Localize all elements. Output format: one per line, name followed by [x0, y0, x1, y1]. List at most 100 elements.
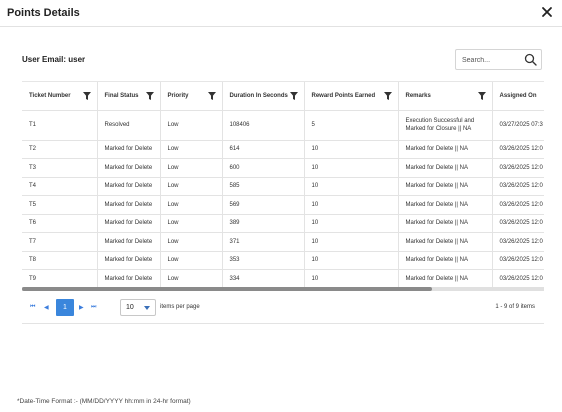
cell-assigned-on: 03/26/2025 12:0: [492, 214, 544, 233]
cell-duration: 600: [222, 158, 305, 178]
table-row[interactable]: T2 Marked for Delete Low 614 10 Marked f…: [22, 140, 544, 159]
table-row[interactable]: T6 Marked for Delete Low 389 10 Marked f…: [22, 214, 544, 233]
column-header-label: Priority: [167, 92, 189, 99]
cell-assigned-on: 03/26/2025 12:0: [492, 158, 544, 178]
cell-duration: 585: [222, 177, 305, 196]
cell-priority: Low: [160, 195, 223, 215]
cell-duration: 334: [222, 269, 305, 287]
cell-priority: Low: [160, 158, 223, 178]
cell-reward-points: 10: [304, 140, 399, 159]
filter-icon[interactable]: [289, 92, 298, 100]
cell-assigned-on: 03/27/2025 07:3: [492, 110, 544, 141]
search-box[interactable]: [455, 49, 542, 70]
cell-reward-points: 5: [304, 110, 399, 141]
cell-duration: 569: [222, 195, 305, 215]
table-row[interactable]: T3 Marked for Delete Low 600 10 Marked f…: [22, 158, 544, 178]
cell-ticket-number: T9: [22, 269, 98, 287]
table-row[interactable]: T5 Marked for Delete Low 569 10 Marked f…: [22, 195, 544, 215]
cell-reward-points: 10: [304, 232, 399, 252]
cell-final-status: Resolved: [97, 110, 161, 141]
close-icon[interactable]: [541, 6, 553, 18]
points-table: Ticket Number Final Status Priority Dura…: [22, 82, 544, 287]
item-count-label: 1 - 9 of 9 items: [495, 304, 535, 310]
cell-remarks: Marked for Delete || NA: [398, 140, 493, 159]
cell-remarks: Execution Successful and Marked for Clos…: [398, 110, 493, 141]
filter-icon[interactable]: [82, 92, 91, 100]
chevron-down-icon: [144, 306, 150, 310]
cell-final-status: Marked for Delete: [97, 195, 161, 215]
table-row[interactable]: T7 Marked for Delete Low 371 10 Marked f…: [22, 232, 544, 252]
items-per-page-label: items per page: [160, 304, 200, 310]
page-number-button[interactable]: 1: [56, 299, 74, 316]
cell-reward-points: 10: [304, 251, 399, 270]
dialog-title: Points Details: [7, 7, 80, 19]
date-format-footnote: *Date-Time Format :- (MM/DD/YYYY hh:mm i…: [17, 398, 191, 405]
prev-page-icon[interactable]: ◀: [44, 304, 49, 311]
points-grid: Ticket Number Final Status Priority Dura…: [22, 81, 544, 287]
search-input[interactable]: [462, 54, 524, 66]
cell-final-status: Marked for Delete: [97, 232, 161, 252]
filter-icon[interactable]: [145, 92, 154, 100]
cell-ticket-number: T2: [22, 140, 98, 159]
column-header[interactable]: Final Status: [97, 82, 161, 111]
cell-duration: 353: [222, 251, 305, 270]
cell-priority: Low: [160, 232, 223, 252]
filter-icon[interactable]: [383, 92, 392, 100]
cell-priority: Low: [160, 177, 223, 196]
cell-duration: 614: [222, 140, 305, 159]
filter-icon[interactable]: [477, 92, 486, 100]
column-header-label: Ticket Number: [29, 92, 71, 99]
column-header-label: Duration In Seconds: [229, 92, 288, 99]
cell-ticket-number: T4: [22, 177, 98, 196]
cell-duration: 389: [222, 214, 305, 233]
cell-final-status: Marked for Delete: [97, 269, 161, 287]
table-row[interactable]: T9 Marked for Delete Low 334 10 Marked f…: [22, 269, 544, 287]
cell-remarks: Marked for Delete || NA: [398, 214, 493, 233]
table-row[interactable]: T8 Marked for Delete Low 353 10 Marked f…: [22, 251, 544, 270]
cell-assigned-on: 03/26/2025 12:0: [492, 269, 544, 287]
cell-remarks: Marked for Delete || NA: [398, 251, 493, 270]
column-header-label: Assigned On: [499, 92, 537, 99]
cell-final-status: Marked for Delete: [97, 214, 161, 233]
cell-remarks: Marked for Delete || NA: [398, 232, 493, 252]
cell-duration: 371: [222, 232, 305, 252]
column-header-label: Final Status: [104, 92, 139, 99]
table-row[interactable]: T1 Resolved Low 108406 5 Execution Succe…: [22, 110, 544, 141]
cell-remarks: Marked for Delete || NA: [398, 269, 493, 287]
cell-assigned-on: 03/26/2025 12:0: [492, 251, 544, 270]
column-header[interactable]: Priority: [160, 82, 223, 111]
cell-reward-points: 10: [304, 177, 399, 196]
pager: ⏮ ◀ 1 ▶ ⏭ 10 items per page 1 - 9 of 9 i…: [22, 291, 544, 324]
last-page-icon[interactable]: ⏭: [91, 304, 96, 311]
cell-final-status: Marked for Delete: [97, 140, 161, 159]
page-size-select[interactable]: 10: [120, 299, 156, 316]
column-header[interactable]: Remarks: [398, 82, 493, 111]
cell-priority: Low: [160, 251, 223, 270]
table-row[interactable]: T4 Marked for Delete Low 585 10 Marked f…: [22, 177, 544, 196]
column-header-label: Remarks: [405, 92, 431, 99]
column-header[interactable]: Assigned On: [492, 82, 544, 111]
cell-ticket-number: T3: [22, 158, 98, 178]
cell-final-status: Marked for Delete: [97, 158, 161, 178]
filter-icon[interactable]: [207, 92, 216, 100]
column-header[interactable]: Duration In Seconds: [222, 82, 305, 111]
first-page-icon[interactable]: ⏮: [30, 304, 35, 311]
cell-ticket-number: T6: [22, 214, 98, 233]
column-header-label: Reward Points Earned: [311, 92, 376, 99]
column-header[interactable]: Reward Points Earned: [304, 82, 399, 111]
search-icon[interactable]: [524, 53, 537, 66]
cell-duration: 108406: [222, 110, 305, 141]
cell-reward-points: 10: [304, 214, 399, 233]
cell-assigned-on: 03/26/2025 12:0: [492, 232, 544, 252]
cell-remarks: Marked for Delete || NA: [398, 158, 493, 178]
cell-priority: Low: [160, 110, 223, 141]
cell-priority: Low: [160, 214, 223, 233]
cell-reward-points: 10: [304, 195, 399, 215]
header-row: Ticket Number Final Status Priority Dura…: [22, 82, 544, 111]
column-header[interactable]: Ticket Number: [22, 82, 98, 111]
next-page-icon[interactable]: ▶: [79, 304, 84, 311]
cell-assigned-on: 03/26/2025 12:0: [492, 195, 544, 215]
cell-remarks: Marked for Delete || NA: [398, 195, 493, 215]
cell-ticket-number: T5: [22, 195, 98, 215]
cell-assigned-on: 03/26/2025 12:0: [492, 140, 544, 159]
